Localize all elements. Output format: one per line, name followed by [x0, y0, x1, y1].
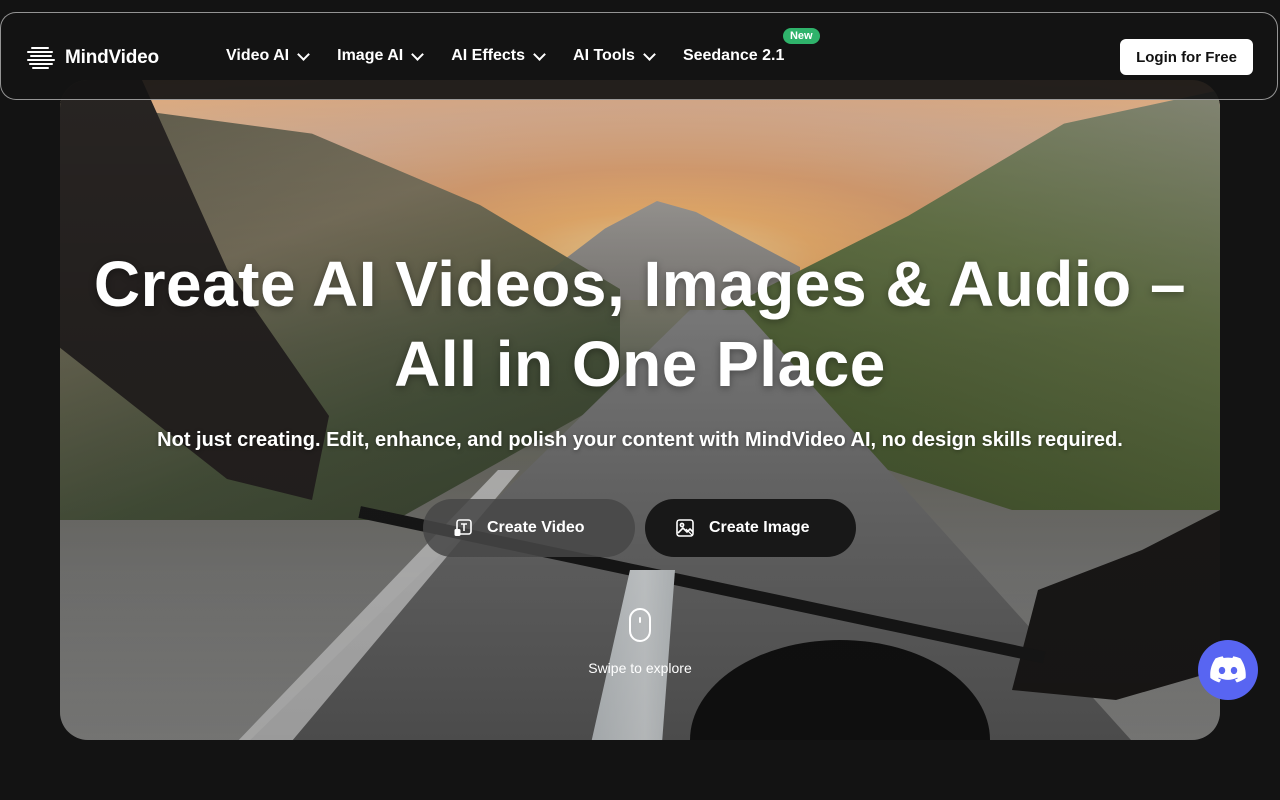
create-video-label: Create Video	[487, 519, 585, 536]
headline-line-2: All in One Place	[394, 328, 886, 400]
nav-item-label: Seedance 2.1	[682, 47, 785, 64]
new-badge: New	[782, 28, 820, 44]
top-navbar: MindVideo Video AI Image AI AI Effects A…	[0, 12, 1278, 100]
create-image-label: Create Image	[709, 519, 810, 536]
hero-headline: Create AI Videos, Images & Audio – All i…	[0, 244, 1280, 404]
brand-logo[interactable]: MindVideo	[27, 45, 159, 71]
main-nav: Video AI Image AI AI Effects AI Tools Se…	[226, 28, 820, 65]
mouse-icon	[629, 608, 651, 642]
nav-item-label: Image AI	[337, 47, 404, 64]
discord-icon	[1210, 656, 1246, 683]
discord-button[interactable]	[1198, 640, 1258, 700]
create-video-button[interactable]: Create Video	[423, 499, 635, 557]
chevron-down-icon	[297, 47, 310, 61]
create-image-button[interactable]: Create Image	[645, 499, 856, 557]
swipe-indicator[interactable]: Swipe to explore	[0, 608, 1280, 676]
chevron-down-icon	[411, 47, 425, 61]
hero-subline: Not just creating. Edit, enhance, and po…	[157, 429, 1123, 451]
logo-icon	[27, 45, 55, 71]
brand-name: MindVideo	[65, 47, 159, 68]
chevron-down-icon	[643, 47, 656, 61]
nav-item-label: AI Effects	[451, 47, 526, 64]
nav-item-label: AI Tools	[573, 47, 635, 64]
nav-video-ai[interactable]: Video AI	[226, 47, 310, 65]
swipe-label: Swipe to explore	[588, 660, 692, 676]
nav-item-label: Video AI	[226, 47, 290, 64]
headline-line-1: Create AI Videos, Images & Audio –	[93, 248, 1187, 320]
video-text-icon	[454, 519, 472, 536]
image-icon	[676, 519, 694, 537]
nav-seedance[interactable]: Seedance 2.1 New	[682, 28, 820, 65]
nav-ai-tools[interactable]: AI Tools	[573, 47, 656, 65]
nav-ai-effects[interactable]: AI Effects	[451, 47, 546, 65]
nav-image-ai[interactable]: Image AI	[337, 47, 425, 65]
cta-group: Create Video Create Image	[423, 499, 856, 557]
login-button[interactable]: Login for Free	[1120, 39, 1253, 75]
chevron-down-icon	[533, 47, 546, 61]
